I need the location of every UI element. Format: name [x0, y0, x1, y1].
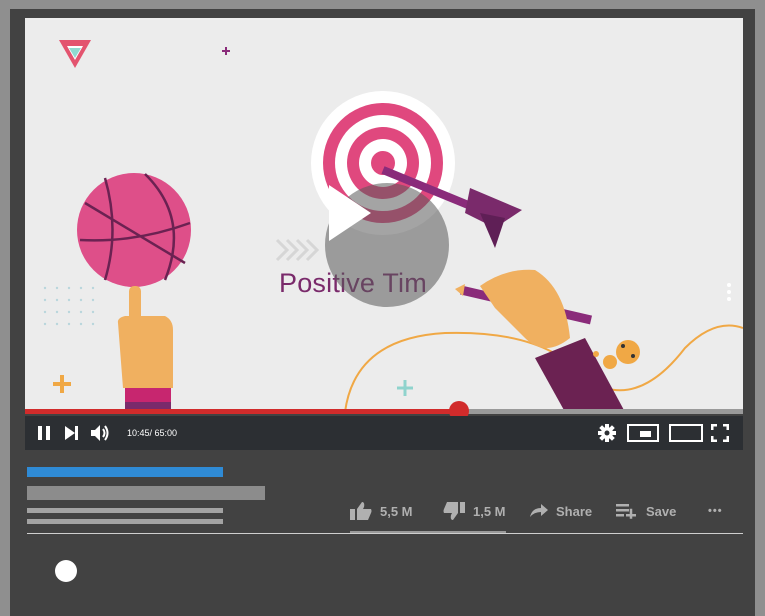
player-controls: 10:45/ 65:00 — [25, 416, 743, 450]
next-button[interactable] — [64, 416, 79, 450]
volume-icon — [91, 425, 109, 441]
play-button[interactable] — [325, 183, 449, 307]
description-placeholder-line — [27, 519, 223, 524]
logo-triangle-icon — [59, 40, 91, 68]
gear-icon — [598, 424, 616, 442]
settings-button[interactable] — [598, 416, 616, 450]
fullscreen-button[interactable] — [711, 416, 729, 450]
dislike-count: 1,5 M — [473, 503, 506, 519]
more-options-icon[interactable] — [727, 280, 733, 304]
thumbs-up-icon — [350, 502, 372, 520]
time-display: 10:45/ 65:00 — [127, 428, 178, 438]
volume-button[interactable] — [91, 416, 111, 450]
description-placeholder-line — [27, 508, 223, 513]
share-icon — [530, 504, 548, 517]
dislike-button[interactable]: 1,5 M — [443, 502, 506, 520]
basketball-icon — [77, 173, 191, 287]
channel-placeholder-bar — [27, 486, 265, 500]
progress-played — [25, 409, 460, 414]
save-button[interactable]: Save — [616, 502, 676, 520]
fullscreen-icon — [711, 424, 729, 442]
theater-mode-icon — [669, 424, 703, 442]
pause-button[interactable] — [37, 416, 51, 450]
hand-icon — [117, 286, 173, 412]
more-actions-button[interactable]: ••• — [708, 502, 723, 520]
pause-icon — [38, 426, 50, 440]
thumbs-down-icon — [443, 502, 465, 520]
title-placeholder-bar — [27, 467, 223, 477]
share-label: Share — [556, 503, 593, 519]
skip-next-icon — [65, 426, 78, 440]
miniplayer-button[interactable] — [627, 416, 659, 450]
progress-bar[interactable] — [25, 401, 743, 421]
playlist-add-icon — [616, 504, 636, 519]
share-button[interactable]: Share — [530, 502, 592, 520]
video-area[interactable]: Positive Tim — [25, 18, 743, 412]
section-divider — [27, 533, 743, 534]
play-icon — [329, 185, 371, 241]
like-button[interactable]: 5,5 M — [350, 502, 413, 520]
save-label: Save — [646, 503, 677, 519]
miniplayer-icon — [627, 424, 659, 442]
theater-mode-button[interactable] — [669, 416, 703, 450]
avatar[interactable] — [55, 560, 77, 582]
like-count: 5,5 M — [380, 503, 413, 519]
